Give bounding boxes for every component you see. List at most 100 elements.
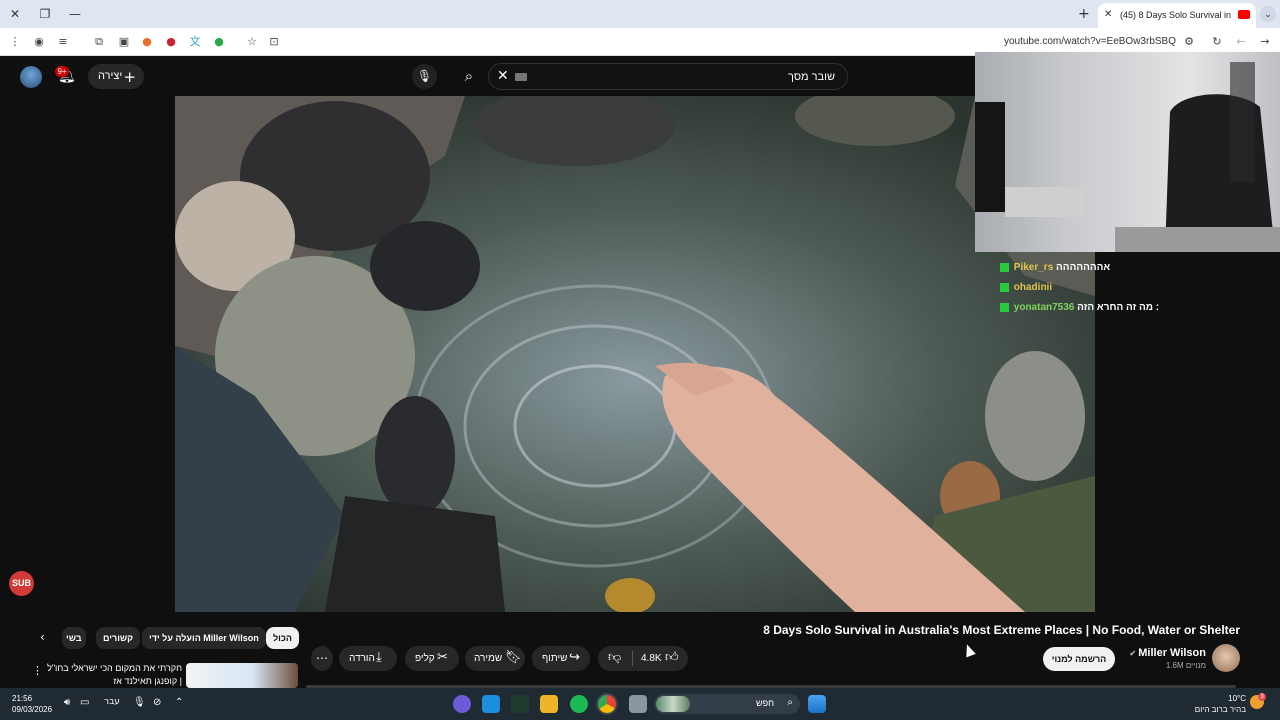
download-icon: ⤓: [376, 650, 382, 665]
chat-username: ohadinii: [1013, 282, 1053, 293]
weather-widget[interactable]: 10°C בהיר ברוב היום: [1195, 693, 1246, 715]
youtube-favicon-icon: [1238, 10, 1250, 19]
chat-username: Piker_rs: [1013, 262, 1054, 273]
chat-username: yonatan7536: [1013, 302, 1075, 313]
speaker-icon[interactable]: 🔊︎: [64, 697, 70, 708]
keyboard-icon[interactable]: [515, 73, 527, 81]
like-count: 4.8K: [641, 653, 662, 664]
browser-tab-strip: ✕ ❐ — + ✕ (45) 8 Days Solo Survival in ⌄: [0, 0, 1280, 28]
cast-icon[interactable]: ⊡: [267, 35, 281, 49]
chat-badge-icon: [1000, 282, 1009, 292]
new-tab-icon[interactable]: +: [1078, 6, 1090, 22]
download-button[interactable]: הורדה ⤓: [339, 646, 397, 671]
avatar[interactable]: [20, 66, 42, 88]
like-divider: [632, 651, 633, 666]
chat-message: מה זה החרא הזה :: [1077, 302, 1160, 313]
clear-search-icon[interactable]: ✕: [497, 68, 509, 84]
recommendation-thumbnail[interactable]: [186, 663, 298, 688]
chip-related[interactable]: קשורים: [96, 627, 141, 649]
terminal-icon[interactable]: [511, 695, 529, 713]
windows-taskbar: 21:56 09/03/2026 🔊︎ ▭ עבר 🎙︎ ⊘ ⌃ חפש ⌕ 1…: [0, 688, 1280, 720]
discord-icon[interactable]: [453, 695, 471, 713]
clock-date: 09/03/2026: [12, 705, 53, 714]
chat-message: אההההההה: [1056, 262, 1111, 273]
tab-search-icon[interactable]: ⌄: [1260, 6, 1276, 22]
site-settings-icon[interactable]: ⚙: [1182, 35, 1196, 49]
chat-badge-icon: [1000, 262, 1009, 272]
plus-icon: +: [123, 68, 136, 86]
windows-start-icon[interactable]: [808, 695, 826, 713]
microphone-icon[interactable]: 🎙︎: [133, 697, 146, 708]
minimize-window-icon[interactable]: —: [67, 6, 83, 22]
more-actions-button[interactable]: ⋯: [311, 646, 333, 671]
share-label: שיתוף: [542, 653, 568, 664]
menu-dots-icon[interactable]: ⋮: [8, 35, 22, 49]
channel-name[interactable]: ✔︎ Miller Wilson: [1129, 647, 1206, 659]
clip-button[interactable]: קליפ ✂: [405, 646, 459, 671]
tab-groups-icon[interactable]: ▣: [117, 35, 131, 49]
weather-temp: 10°C: [1228, 694, 1246, 703]
clip-label: קליפ: [415, 653, 435, 664]
clock[interactable]: 21:56 09/03/2026: [12, 693, 52, 715]
chip-partial[interactable]: בשי: [62, 627, 86, 649]
chat-badge-icon: [1000, 302, 1009, 312]
dislike-icon[interactable]: 👎︎: [608, 650, 621, 665]
extension-red-icon[interactable]: ●: [164, 35, 178, 49]
chat-line: ohadinii: [1000, 282, 1200, 302]
subscribe-button[interactable]: הרשמה למנוי: [1043, 647, 1115, 671]
recommendation-menu-icon[interactable]: ⋮: [32, 664, 43, 677]
recommendation-title[interactable]: חקרתי את המקום הכי ישראלי בחו"ל | קופנגן…: [44, 662, 182, 688]
verified-icon: ✔︎: [1129, 649, 1139, 658]
language-indicator[interactable]: עבר: [104, 697, 120, 707]
search-button[interactable]: ⌕: [452, 63, 486, 90]
video-frame-stream-rocks: [175, 96, 1095, 612]
chrome-icon[interactable]: [598, 695, 616, 713]
video-player[interactable]: [175, 96, 1095, 612]
share-icon: ↪: [569, 650, 580, 665]
extensions-icon[interactable]: ⧉: [92, 35, 106, 49]
wifi-off-icon[interactable]: ⊘: [153, 697, 161, 708]
file-explorer-icon[interactable]: [629, 695, 647, 713]
video-details: 8 Days Solo Survival in Australia's Most…: [0, 612, 1280, 688]
extension-orange-icon[interactable]: ●: [140, 35, 154, 49]
video-title: 8 Days Solo Survival in Australia's Most…: [763, 623, 1240, 637]
close-window-icon[interactable]: ✕: [7, 6, 23, 22]
channel-name-text: Miller Wilson: [1138, 647, 1206, 659]
apps-grid-icon[interactable]: [482, 695, 500, 713]
chip-uploaded-by[interactable]: הועלה על ידי Miller Wilson: [142, 627, 266, 649]
youtube-header: 🔔︎ 9+ יצירה + 🎙︎ ⌕ ✕ שובר מסך: [0, 56, 975, 96]
share-button[interactable]: שיתוף ↪: [532, 646, 590, 671]
save-button[interactable]: שמירה 🔖︎: [465, 646, 525, 671]
chip-all[interactable]: הכול: [266, 627, 299, 649]
search-query: שובר מסך: [788, 71, 835, 83]
profile-icon[interactable]: ◉: [32, 35, 46, 49]
back-icon[interactable]: →: [1258, 35, 1272, 49]
bookmark-star-icon[interactable]: ☆: [245, 35, 259, 49]
voice-search-icon[interactable]: 🎙︎: [412, 64, 437, 89]
reading-list-icon[interactable]: ≡: [56, 35, 70, 49]
battery-icon[interactable]: ▭: [80, 697, 89, 708]
extension-green-icon[interactable]: ●: [212, 35, 226, 49]
chat-line: yonatan7536 מה זה החרא הזה :: [1000, 302, 1200, 322]
spotify-icon[interactable]: [570, 695, 588, 713]
taskbar-search[interactable]: חפש ⌕: [654, 694, 800, 714]
url-text[interactable]: youtube.com/watch?v=EeBOw3rbSBQ: [1000, 36, 1176, 47]
chevron-left-icon[interactable]: ‹: [40, 630, 45, 644]
channel-avatar[interactable]: [1212, 644, 1240, 672]
search-input[interactable]: ✕ שובר מסך: [488, 63, 848, 90]
tab-youtube[interactable]: ✕ (45) 8 Days Solo Survival in: [1098, 3, 1256, 28]
translate-icon[interactable]: 文: [188, 35, 202, 49]
close-tab-icon[interactable]: ✕: [1104, 9, 1112, 20]
weather-badge: 3: [1258, 693, 1266, 701]
like-icon[interactable]: 👍︎: [665, 650, 679, 665]
forward-icon[interactable]: ←: [1234, 35, 1248, 49]
media-app-icon[interactable]: [540, 695, 558, 713]
webcam-overlay: [975, 52, 1280, 252]
chevron-up-icon[interactable]: ⌃: [175, 697, 183, 708]
stream-chat: Piker_rs אההההההה ohadinii yonatan7536 מ…: [1000, 262, 1200, 322]
create-button[interactable]: יצירה +: [88, 64, 144, 89]
restore-window-icon[interactable]: ❐: [37, 6, 53, 22]
reload-icon[interactable]: ↻: [1210, 35, 1224, 49]
clock-time: 21:56: [12, 694, 33, 703]
like-dislike-bar: 👎︎ 4.8K 👍︎: [598, 646, 688, 671]
